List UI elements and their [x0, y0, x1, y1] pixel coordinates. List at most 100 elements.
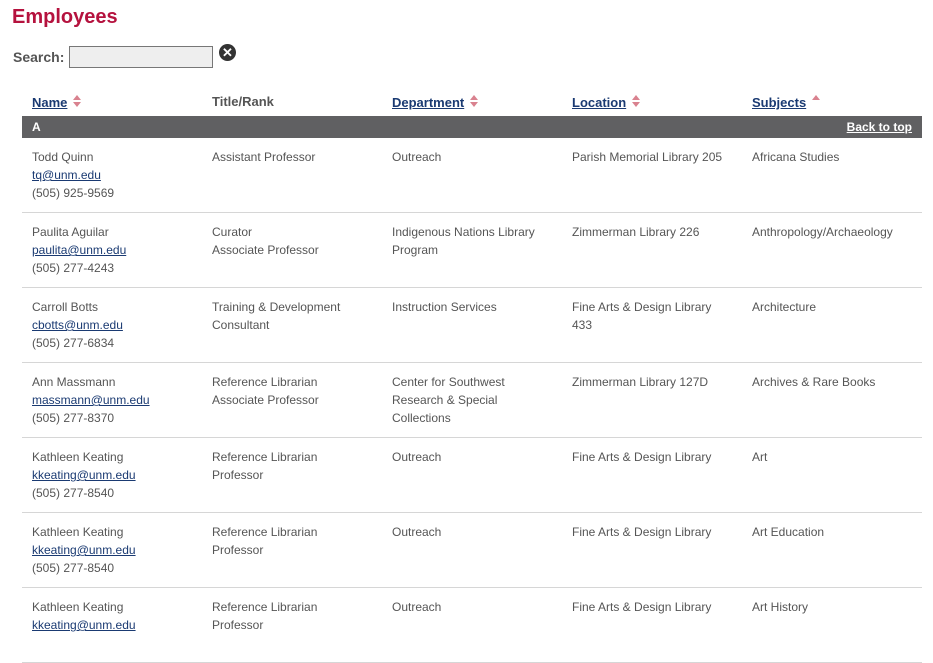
cell-location: Fine Arts & Design Library	[572, 448, 742, 466]
employee-email-link[interactable]: massmann@unm.edu	[32, 391, 202, 409]
department-line: Outreach	[392, 150, 442, 164]
employee-name: Todd Quinn	[32, 150, 94, 164]
location-line: 433	[572, 318, 593, 332]
cell-name: Kathleen Keating kkeating@unm.edu	[32, 598, 202, 634]
department-line: Outreach	[392, 600, 442, 614]
employee-email-link[interactable]: kkeating@unm.edu	[32, 616, 202, 634]
employee-name: Kathleen Keating	[32, 600, 124, 614]
location-line: Parish Memorial Library 205	[572, 150, 723, 164]
department-line: Indigenous Nations Library	[392, 225, 535, 239]
department-line: Center for Southwest	[392, 375, 505, 389]
subject-text: Africana Studies	[752, 150, 840, 164]
cell-name: Kathleen Keating kkeating@unm.edu (505) 27…	[32, 448, 202, 502]
location-line: Fine Arts & Design Library	[572, 450, 712, 464]
cell-title-rank: Training & Development Consultant	[212, 298, 382, 334]
title-rank-line: Consultant	[212, 318, 270, 332]
cell-title-rank: Reference Librarian Professor	[212, 448, 382, 484]
search-label: Search:	[13, 49, 65, 65]
cell-location: Fine Arts & Design Library	[572, 523, 742, 541]
title-rank-line: Assistant Professor	[212, 150, 316, 164]
subject-text: Architecture	[752, 300, 817, 314]
cell-title-rank: Curator Associate Professor	[212, 223, 382, 259]
cell-department: Outreach	[392, 523, 562, 541]
cell-department: Center for Southwest Research & Special Co…	[392, 373, 562, 427]
cell-title-rank: Assistant Professor	[212, 148, 382, 166]
cell-department: Indigenous Nations Library Program	[392, 223, 562, 259]
sort-arrows-icon[interactable]	[632, 95, 641, 109]
title-rank-line: Professor	[212, 468, 264, 482]
column-header-location: Location	[572, 95, 641, 110]
cell-department: Outreach	[392, 448, 562, 466]
column-header-subjects: Subjects	[752, 95, 821, 110]
subject-text: Art	[752, 450, 768, 464]
column-header-department: Department	[392, 95, 479, 110]
employee-phone: (505) 925-9569	[32, 186, 115, 200]
sort-by-location-link[interactable]: Location	[572, 95, 626, 110]
subject-text: Anthropology/Archaeology	[752, 225, 893, 239]
table-header: Name Title/Rank Department Location Subj…	[22, 90, 922, 116]
table-row: Ann Massmann massmann@unm.edu (505) 277-83…	[22, 363, 922, 438]
sort-arrows-icon[interactable]	[470, 95, 479, 109]
cell-department: Outreach	[392, 148, 562, 166]
cell-title-rank: Reference Librarian Professor	[212, 523, 382, 559]
group-header-bar: A Back to top	[22, 116, 922, 138]
clear-search-icon[interactable]: ✕	[219, 44, 236, 61]
employee-name: Carroll Botts	[32, 300, 99, 314]
subject-text: Art Education	[752, 525, 825, 539]
employee-email-link[interactable]: paulita@unm.edu	[32, 241, 202, 259]
employee-name: Paulita Aguilar	[32, 225, 109, 239]
subject-text: Art History	[752, 600, 809, 614]
sort-arrows-icon[interactable]	[73, 95, 82, 109]
cell-location: Parish Memorial Library 205	[572, 148, 742, 166]
cell-title-rank: Reference Librarian Associate Professor	[212, 373, 382, 409]
sort-by-name-link[interactable]: Name	[32, 95, 67, 110]
cell-location: Fine Arts & Design Library 433	[572, 298, 742, 334]
employee-email-link[interactable]: kkeating@unm.edu	[32, 541, 202, 559]
sort-by-subjects-link[interactable]: Subjects	[752, 95, 806, 110]
table-row: Kathleen Keating kkeating@unm.edu Referenc…	[22, 588, 922, 663]
department-line: Outreach	[392, 525, 442, 539]
cell-department: Instruction Services	[392, 298, 562, 316]
title-rank-line: Associate Professor	[212, 393, 319, 407]
cell-name: Carroll Botts cbotts@unm.edu (505) 277-683…	[32, 298, 202, 352]
employee-name: Kathleen Keating	[32, 525, 124, 539]
group-letter: A	[32, 120, 41, 134]
location-line: Fine Arts & Design Library	[572, 300, 712, 314]
cell-subject: Archives & Rare Books	[752, 373, 922, 391]
employee-phone: (505) 277-8540	[32, 486, 115, 500]
sort-by-department-link[interactable]: Department	[392, 95, 464, 110]
cell-location: Zimmerman Library 226	[572, 223, 742, 241]
title-rank-line: Training & Development	[212, 300, 341, 314]
column-header-name: Name	[32, 95, 82, 110]
cell-subject: Architecture	[752, 298, 922, 316]
table-row: Kathleen Keating kkeating@unm.edu (505) 27…	[22, 513, 922, 588]
location-line: Fine Arts & Design Library	[572, 600, 712, 614]
cell-subject: Art	[752, 448, 922, 466]
back-to-top-link[interactable]: Back to top	[847, 120, 912, 134]
table-body: Todd Quinn tq@unm.edu (505) 925-9569 Assist…	[22, 138, 922, 663]
employee-name: Ann Massmann	[32, 375, 116, 389]
employee-email-link[interactable]: tq@unm.edu	[32, 166, 202, 184]
title-rank-line: Reference Librarian	[212, 525, 318, 539]
employee-email-link[interactable]: kkeating@unm.edu	[32, 466, 202, 484]
search-input[interactable]	[69, 46, 213, 68]
cell-location: Fine Arts & Design Library	[572, 598, 742, 616]
cell-subject: Art History	[752, 598, 922, 616]
sort-ascending-icon[interactable]	[812, 95, 821, 109]
department-line: Collections	[392, 411, 451, 425]
employee-email-link[interactable]: cbotts@unm.edu	[32, 316, 202, 334]
title-rank-line: Curator	[212, 225, 253, 239]
employee-phone: (505) 277-4243	[32, 261, 115, 275]
location-line: Fine Arts & Design Library	[572, 525, 712, 539]
department-line: Program	[392, 243, 439, 257]
location-line: Zimmerman Library 127D	[572, 375, 709, 389]
employee-phone: (505) 277-8540	[32, 561, 115, 575]
column-header-title-rank: Title/Rank	[212, 94, 274, 109]
table-row: Todd Quinn tq@unm.edu (505) 925-9569 Assist…	[22, 138, 922, 213]
title-rank-line: Reference Librarian	[212, 600, 318, 614]
cell-name: Kathleen Keating kkeating@unm.edu (505) 27…	[32, 523, 202, 577]
page-title: Employees	[12, 6, 118, 28]
employee-name: Kathleen Keating	[32, 450, 124, 464]
department-line: Research & Special	[392, 393, 498, 407]
employee-phone: (505) 277-6834	[32, 336, 115, 350]
